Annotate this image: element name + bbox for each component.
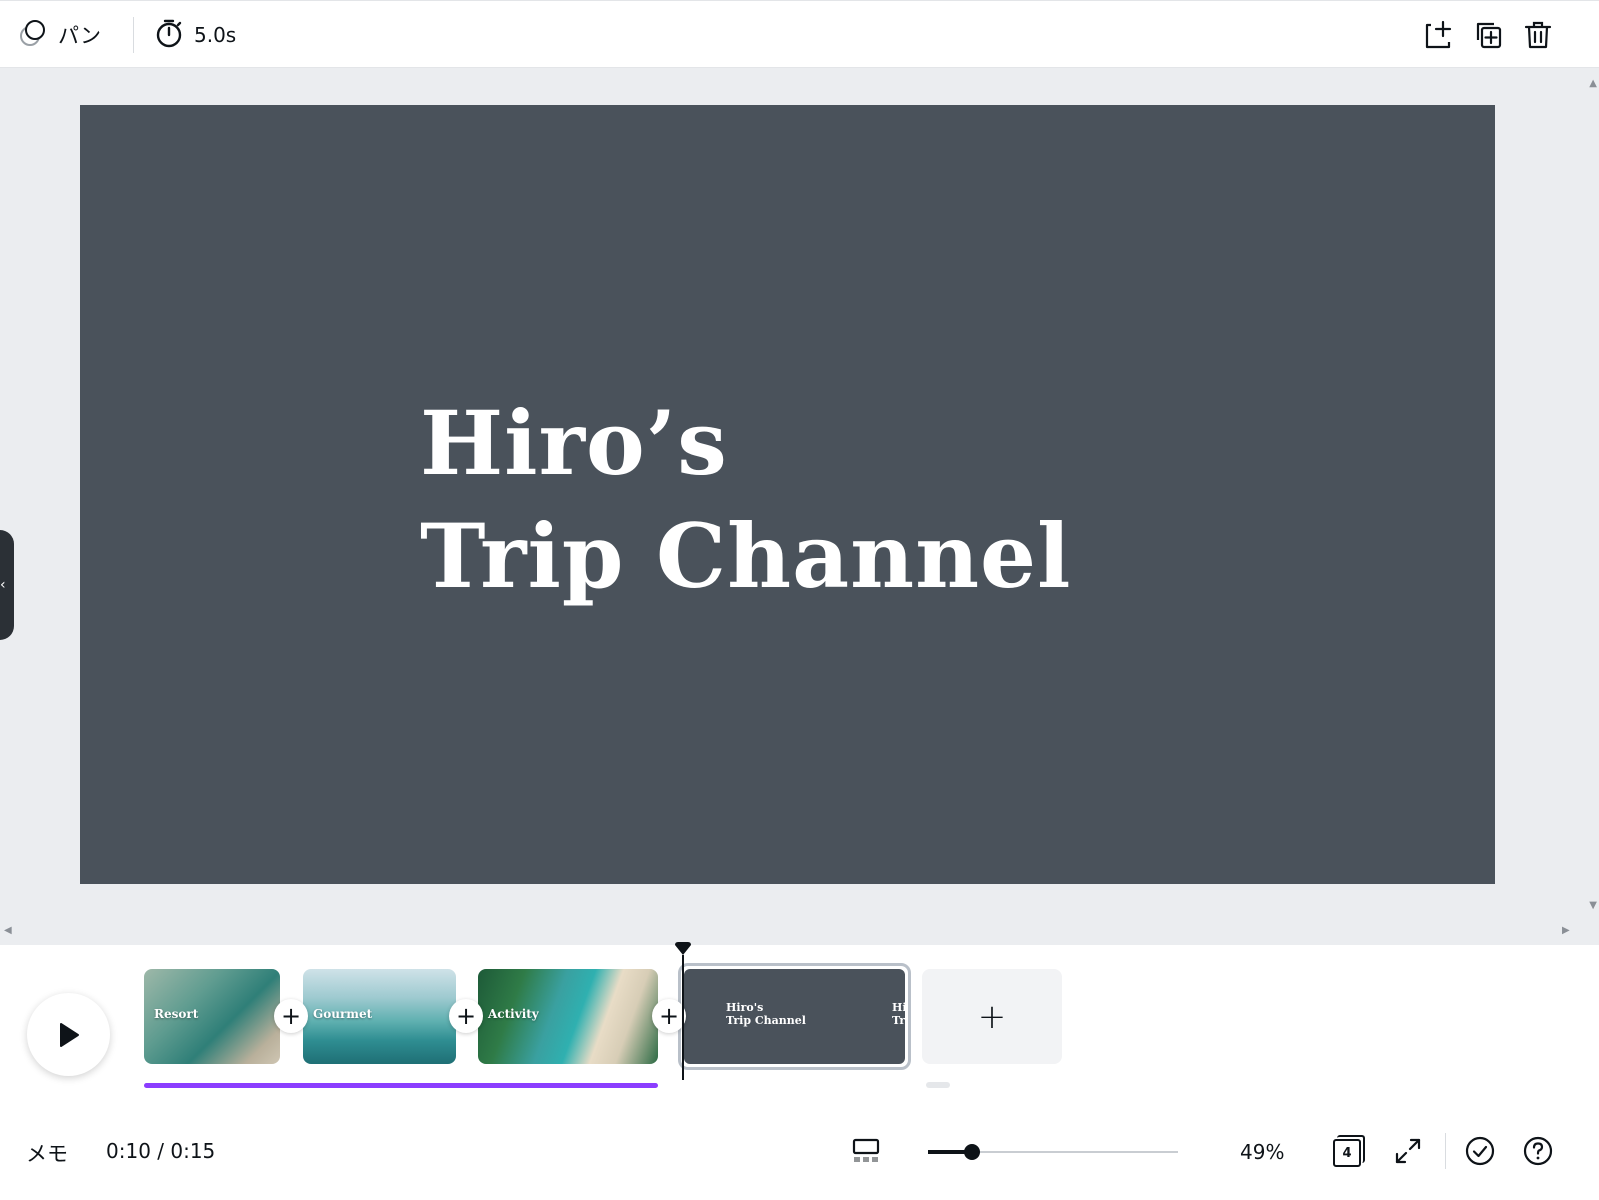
scroll-right-icon[interactable]: ▶ <box>1562 925 1570 936</box>
expand-icon <box>1395 1138 1421 1164</box>
bottom-bar: メモ 0:10 / 0:15 49% 4 <box>0 1105 1599 1200</box>
zoom-slider-thumb[interactable] <box>964 1144 980 1160</box>
insert-transition-button[interactable]: + <box>449 999 483 1033</box>
slide-title-line2: Trip Channel <box>420 504 1072 608</box>
insert-transition-button[interactable]: + <box>652 999 686 1033</box>
slide-title[interactable]: Hiro’s Trip Channel <box>420 387 1071 613</box>
help-icon <box>1523 1136 1553 1166</box>
clip-title-text: Hiro's Trip Channel <box>726 1001 806 1027</box>
clip-title-line2: Trip Channel <box>726 1014 806 1027</box>
plus-icon: + <box>977 996 1007 1037</box>
add-page-tile[interactable]: + <box>922 969 1062 1064</box>
timeline-scrollbar[interactable] <box>926 1082 950 1088</box>
editor-workspace: Hiro’s Trip Channel ‹ ▲ ▼ ◀ ▶ <box>0 68 1599 945</box>
scroll-up-icon[interactable]: ▲ <box>1589 78 1597 89</box>
page-count-value: 4 <box>1333 1139 1361 1167</box>
timeline-clip-resort[interactable]: Resort <box>144 969 280 1064</box>
duplicate-page-button[interactable] <box>1468 15 1508 55</box>
page-count-button[interactable]: 4 <box>1331 1133 1365 1169</box>
side-panel-toggle[interactable]: ‹ <box>0 530 14 640</box>
slide-canvas[interactable]: Hiro’s Trip Channel <box>80 105 1495 884</box>
playhead[interactable] <box>682 955 684 1080</box>
plus-icon: + <box>455 1002 477 1030</box>
animation-icon <box>18 18 48 52</box>
top-toolbar: パン 5.0s <box>0 0 1599 68</box>
animation-button[interactable]: パン <box>18 15 101 55</box>
add-page-icon <box>1425 20 1452 49</box>
plus-icon: + <box>658 1002 680 1030</box>
animation-label: パン <box>58 24 102 48</box>
check-circle-icon <box>1465 1136 1495 1166</box>
zoom-level[interactable]: 49% <box>1240 1140 1284 1164</box>
insert-transition-button[interactable]: + <box>274 999 308 1033</box>
slide-title-line1: Hiro’s <box>420 391 728 495</box>
timeline-clip-title[interactable]: Hiro's Trip Channel Hi Tr <box>678 963 911 1070</box>
delete-page-button[interactable] <box>1518 15 1558 55</box>
timeline: Resort Gourmet Activity Hiro's Trip Chan… <box>0 942 1599 1105</box>
duplicate-icon <box>1476 22 1502 49</box>
timeline-view-icon <box>852 1138 880 1162</box>
clip-title-line1: Hiro's <box>726 1001 764 1014</box>
plus-icon: + <box>280 1002 302 1030</box>
duration-button[interactable]: 5.0s <box>154 15 236 55</box>
timeline-view-button[interactable] <box>846 1131 886 1171</box>
playback-progress-bar <box>144 1083 658 1088</box>
playback-time: 0:10 / 0:15 <box>106 1139 216 1163</box>
play-button[interactable] <box>27 993 110 1076</box>
notes-button[interactable]: メモ <box>26 1138 68 1168</box>
help-button[interactable] <box>1518 1131 1558 1171</box>
clip-label: Resort <box>154 1007 199 1021</box>
check-button[interactable] <box>1460 1131 1500 1171</box>
clip-title-thumbnail: Hiro's Trip Channel Hi Tr <box>684 969 905 1064</box>
bottom-divider <box>1445 1133 1446 1169</box>
add-page-button[interactable] <box>1418 15 1458 55</box>
play-icon <box>59 1022 79 1047</box>
zoom-slider[interactable] <box>928 1137 1183 1167</box>
chevron-left-icon: ‹ <box>0 577 6 593</box>
timeline-clip-gourmet[interactable]: Gourmet <box>303 969 456 1064</box>
scroll-left-icon[interactable]: ◀ <box>4 925 12 936</box>
timer-icon <box>154 18 184 52</box>
clip-title-peek: Hi Tr <box>892 1001 905 1027</box>
clip-peek-line2: Tr <box>892 1014 905 1027</box>
timeline-clip-activity[interactable]: Activity <box>478 969 658 1064</box>
clip-label: Gourmet <box>313 1007 373 1021</box>
clip-peek-line1: Hi <box>892 1001 905 1014</box>
fullscreen-button[interactable] <box>1388 1131 1428 1171</box>
duration-label: 5.0s <box>194 23 237 47</box>
trash-icon <box>1524 21 1552 49</box>
scroll-down-icon[interactable]: ▼ <box>1589 900 1597 911</box>
toolbar-divider <box>133 17 134 53</box>
clip-label: Activity <box>488 1007 539 1021</box>
